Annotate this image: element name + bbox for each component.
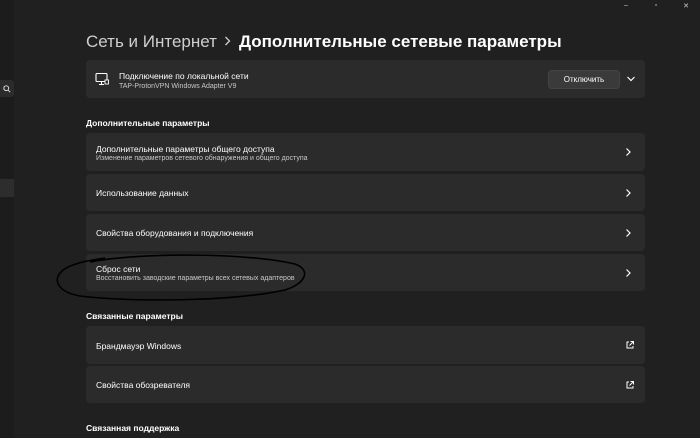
item-title: Использование данных [96, 188, 189, 198]
item-title: Свойства обозревателя [96, 380, 191, 390]
window-controls: – ▫ ✕ [620, 2, 692, 10]
chevron-right-icon [626, 228, 631, 237]
connection-name: Подключение по локальной сети [119, 71, 249, 81]
item-title: Брандмауэр Windows [96, 341, 182, 351]
item-title: Дополнительные параметры общего доступа [96, 144, 275, 154]
nav-selected-item[interactable] [0, 179, 14, 197]
chevron-right-icon [626, 268, 631, 277]
sharing-settings-item[interactable]: Дополнительные параметры общего доступа … [86, 133, 645, 171]
chevron-right-icon [626, 188, 631, 197]
browser-properties-item[interactable]: Свойства обозревателя [86, 366, 645, 403]
page-title: Дополнительные сетевые параметры [238, 32, 562, 51]
chevron-right-icon [225, 36, 231, 46]
external-link-icon [626, 341, 634, 349]
network-reset-item[interactable]: Сброс сети Восстановить заводские параме… [86, 254, 645, 291]
item-title: Свойства оборудования и подключения [96, 228, 254, 238]
ethernet-monitor-icon [95, 72, 109, 86]
close-button[interactable]: ✕ [680, 2, 692, 10]
connection-card: Подключение по локальной сети TAP-Proton… [86, 60, 645, 98]
item-subtitle: Восстановить заводские параметры всех се… [96, 275, 295, 282]
connection-adapter: TAP-ProtonVPN Windows Adapter V9 [119, 83, 237, 90]
related-section-title: Связанные параметры [86, 311, 183, 321]
hardware-properties-item[interactable]: Свойства оборудования и подключения [86, 214, 645, 251]
breadcrumb-separator [217, 33, 239, 51]
nav-search-button[interactable] [0, 80, 14, 97]
advanced-section-title: Дополнительные параметры [86, 118, 210, 128]
navigation-pane [0, 0, 14, 438]
item-subtitle: Изменение параметров сетевого обнаружени… [96, 155, 308, 162]
data-usage-item[interactable]: Использование данных [86, 174, 645, 211]
search-icon [3, 84, 11, 93]
disconnect-button[interactable]: Отключить [548, 70, 620, 89]
windows-firewall-item[interactable]: Брандмауэр Windows [86, 326, 645, 364]
external-link-icon [626, 380, 634, 388]
support-section-title: Связанная поддержка [86, 423, 180, 433]
minimize-button[interactable]: – [620, 2, 632, 10]
chevron-right-icon [626, 148, 631, 156]
chevron-down-icon[interactable] [626, 74, 636, 84]
maximize-button[interactable]: ▫ [650, 2, 662, 10]
breadcrumb: Сеть и Интернет Дополнительные сетевые п… [86, 32, 562, 52]
breadcrumb-parent[interactable]: Сеть и Интернет [86, 32, 217, 52]
item-title: Сброс сети [96, 264, 141, 274]
